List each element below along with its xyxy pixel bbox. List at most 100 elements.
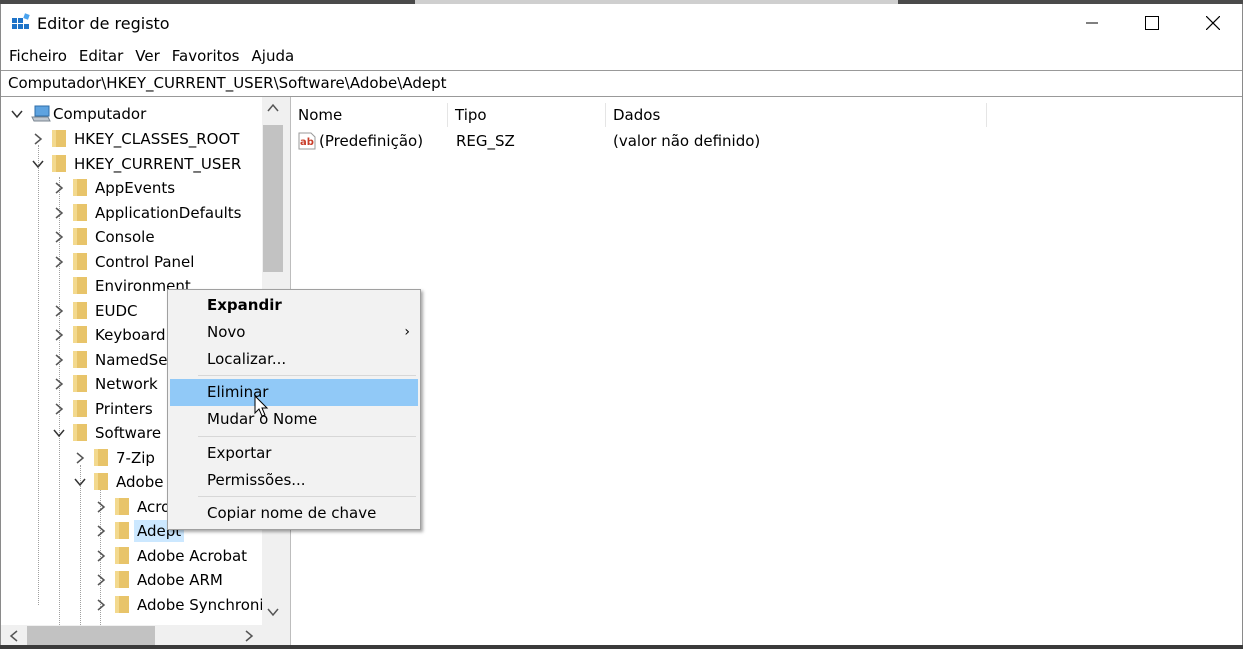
tree-item-adobe-synchronizer[interactable]: Adobe Synchroniz [137,594,271,616]
chevron-down-icon[interactable] [10,107,24,121]
folder-icon [52,155,66,172]
tree-item-computador[interactable]: Computador [53,103,146,125]
folder-icon [115,571,129,588]
chevron-right-icon[interactable] [94,500,108,514]
title-bar: Editor de registo [1,4,1242,42]
chevron-right-icon[interactable] [94,573,108,587]
tree-horizontal-scrollbar[interactable] [1,625,262,647]
tree-item-appevents[interactable]: AppEvents [95,177,175,199]
menu-ajuda[interactable]: Ajuda [248,46,299,68]
tree-horizontal-scroll-thumb[interactable] [27,626,155,646]
tree-item-eudc[interactable]: EUDC [95,300,137,322]
tree-item-applicationdefaults[interactable]: ApplicationDefaults [95,202,241,224]
menu-item-localizar[interactable]: Localizar... [170,346,418,373]
chevron-right-icon[interactable] [52,230,66,244]
folder-icon [73,326,87,343]
scroll-down-icon[interactable] [267,607,279,617]
menu-item-novo[interactable]: Novo › [170,319,418,346]
mouse-cursor-icon [254,395,269,417]
menu-item-label: Localizar... [207,350,287,368]
close-button[interactable] [1183,4,1243,42]
chevron-right-icon[interactable] [52,304,66,318]
chevron-right-icon[interactable] [94,549,108,563]
scroll-right-icon[interactable] [244,630,254,642]
chevron-right-icon[interactable] [52,255,66,269]
menu-editar[interactable]: Editar [75,46,127,68]
tree-item-namedset[interactable]: NamedSet [95,349,173,371]
folder-icon [73,375,87,392]
bottom-strip [0,645,1243,649]
menu-item-label: Exportar [207,444,272,462]
tree-item-network[interactable]: Network [95,373,158,395]
menu-item-label: Expandir [207,296,282,314]
minimize-icon [1086,22,1098,24]
value-data: (valor não definido) [613,132,761,150]
maximize-button[interactable] [1122,4,1182,42]
address-bar[interactable]: Computador\HKEY_CURRENT_USER\Software\Ad… [1,70,1242,97]
menu-item-expandir[interactable]: Expandir [170,292,418,319]
tree-item-adobe-arm[interactable]: Adobe ARM [137,569,223,591]
tree-guide-line [80,465,81,645]
tree-vertical-scroll-thumb[interactable] [263,125,283,272]
values-list: Nome Tipo Dados ab (Predefinição) REG_SZ… [291,97,1242,649]
menu-ver[interactable]: Ver [131,46,164,68]
menu-bar: Ficheiro Editar Ver Favoritos Ajuda [1,46,298,68]
folder-icon [73,204,87,221]
chevron-right-icon[interactable] [52,206,66,220]
folder-icon [73,253,87,270]
chevron-down-icon[interactable] [31,157,45,171]
tree-item-control-panel[interactable]: Control Panel [95,251,194,273]
chevron-down-icon[interactable] [52,426,66,440]
chevron-right-icon[interactable] [73,451,87,465]
tree-item-adobe[interactable]: Adobe [116,471,163,493]
close-icon [1206,16,1220,30]
registry-editor-icon [12,13,30,29]
folder-icon [73,400,87,417]
chevron-right-icon[interactable] [52,402,66,416]
svg-text:ab: ab [300,137,314,148]
tree-item-7zip[interactable]: 7-Zip [116,447,155,469]
menu-item-copiar-nome[interactable]: Copiar nome de chave [170,500,418,527]
scroll-up-icon[interactable] [267,103,279,113]
menu-favoritos[interactable]: Favoritos [168,46,244,68]
menu-item-permissoes[interactable]: Permissões... [170,467,418,494]
column-header-nome[interactable]: Nome [291,103,448,127]
tree-item-software[interactable]: Software [95,422,161,444]
tree-item-console[interactable]: Console [95,226,155,248]
menu-item-label: Permissões... [207,471,306,489]
folder-icon [94,473,108,490]
chevron-right-icon[interactable] [52,353,66,367]
scroll-left-icon[interactable] [9,630,19,642]
chevron-right-icon[interactable] [94,524,108,538]
chevron-right-icon[interactable] [52,328,66,342]
chevron-right-icon[interactable] [52,377,66,391]
tree-item-hkcu[interactable]: HKEY_CURRENT_USER [74,153,241,175]
column-header-dados[interactable]: Dados [606,103,987,127]
computer-icon [31,105,51,122]
menu-item-eliminar[interactable]: Eliminar [170,379,418,406]
column-header-tipo[interactable]: Tipo [448,103,606,127]
tree-item-hkcr[interactable]: HKEY_CLASSES_ROOT [74,128,239,150]
submenu-arrow-icon: › [404,324,410,340]
tree-item-keyboard-layout[interactable]: Keyboard l [95,324,174,346]
menu-ficheiro[interactable]: Ficheiro [5,46,71,68]
folder-icon [115,547,129,564]
folder-icon [73,179,87,196]
context-menu: Expandir Novo › Localizar... Eliminar Mud… [167,289,421,530]
chevron-right-icon[interactable] [52,181,66,195]
folder-icon [52,130,66,147]
menu-item-exportar[interactable]: Exportar [170,440,418,467]
tree-item-acro[interactable]: Acro [137,496,170,518]
tree-item-printers[interactable]: Printers [95,398,153,420]
chevron-right-icon[interactable] [31,132,45,146]
folder-icon [94,449,108,466]
chevron-down-icon[interactable] [73,475,87,489]
string-value-icon: ab [298,132,316,150]
minimize-button[interactable] [1062,4,1122,42]
tree-item-adobe-acrobat[interactable]: Adobe Acrobat [137,545,247,567]
chevron-right-icon[interactable] [94,598,108,612]
menu-item-label: Copiar nome de chave [207,504,377,522]
folder-icon [115,596,129,613]
value-name[interactable]: (Predefinição) [319,130,423,152]
menu-item-mudar-nome[interactable]: Mudar o Nome [170,406,418,433]
